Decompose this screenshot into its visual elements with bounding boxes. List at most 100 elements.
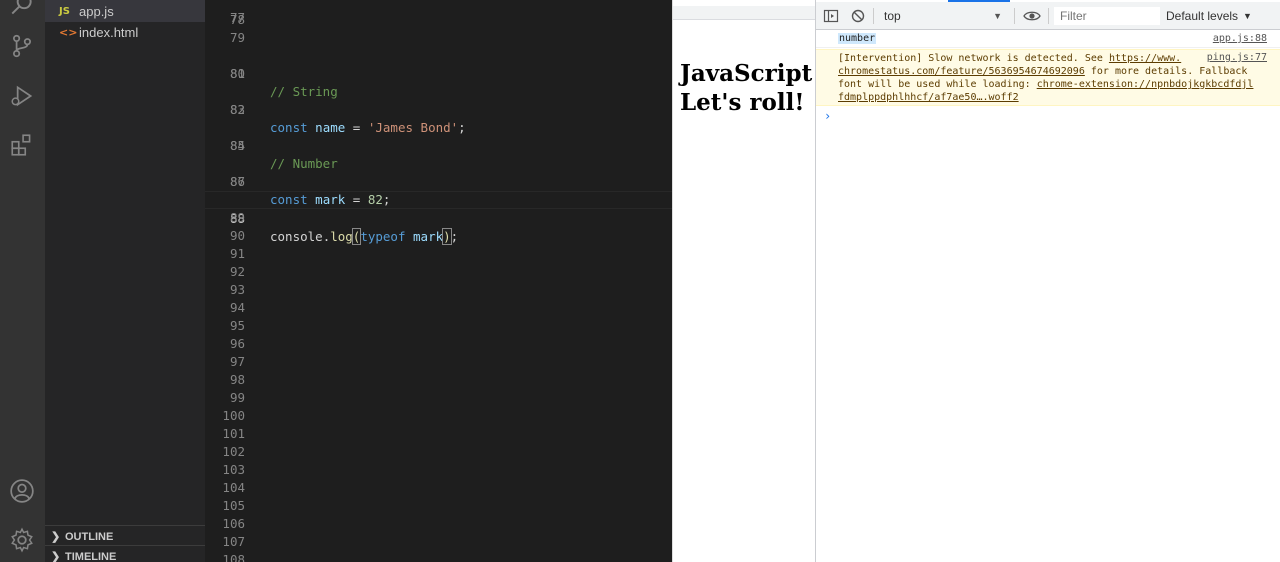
html-file-icon: <>	[59, 25, 78, 39]
code-line: 92	[205, 263, 672, 281]
settings-gear-icon[interactable]	[8, 526, 36, 554]
browser-page: JavaScript f Let's roll!	[672, 0, 815, 562]
account-icon[interactable]	[8, 477, 36, 505]
section-title: OUTLINE	[65, 530, 114, 543]
live-expression-eye-icon[interactable]	[1023, 2, 1041, 30]
devtools-panel: top ▼ Default levels ▼ number app.js:88 …	[815, 0, 1280, 562]
warning-source-link[interactable]: ping.js:77	[1207, 52, 1267, 63]
extensions-icon[interactable]	[8, 131, 36, 159]
toolbar-divider	[873, 8, 874, 24]
file-name: index.html	[79, 24, 139, 40]
line-number: 108	[222, 552, 245, 562]
line-number: 101	[222, 426, 245, 441]
code-line: 107	[205, 533, 672, 551]
warning-line: font will be used while loading: chrome-…	[838, 79, 1254, 90]
code-line: 80 // String	[205, 47, 672, 99]
page-heading: JavaScript f	[680, 60, 815, 87]
code-line: 82 const name = 'James Bond';	[205, 83, 672, 135]
dropdown-arrow-icon: ▼	[993, 11, 1002, 21]
line-number: 93	[229, 282, 245, 297]
source-control-icon[interactable]	[8, 32, 36, 60]
line-number: 96	[229, 336, 245, 351]
code-line: 89	[205, 209, 672, 227]
line-number: 81	[229, 66, 245, 81]
line-number: 107	[222, 534, 245, 549]
log-source-link[interactable]: app.js:88	[1213, 33, 1267, 44]
warning-line: chromestatus.com/feature/563695467469209…	[838, 66, 1248, 77]
code-line: 79	[205, 29, 672, 47]
code-editor[interactable]: 77 78 79 80 // String 81 82 const name =…	[205, 0, 672, 562]
code-line: 86 const mark = 82;	[205, 155, 672, 207]
line-number: 91	[229, 246, 245, 261]
code-line: 101	[205, 425, 672, 443]
clear-console-icon[interactable]	[850, 2, 866, 30]
line-number: 89	[229, 210, 245, 225]
console-warning-message: [Intervention] Slow network is detected.…	[816, 49, 1280, 106]
file-name: app.js	[79, 3, 114, 19]
levels-label: Default levels	[1166, 9, 1239, 23]
code-line: 95	[205, 317, 672, 335]
section-title: TIMELINE	[65, 550, 117, 562]
line-number: 105	[222, 498, 245, 513]
code-line: 98	[205, 371, 672, 389]
context-selector[interactable]: top ▼	[876, 5, 1006, 27]
warning-link[interactable]: fdmplppdphlhhcf/af7ae50….woff2	[838, 92, 1019, 103]
code-line: 84 // Number	[205, 119, 672, 171]
warning-link[interactable]: chromestatus.com/feature/563695467469209…	[838, 66, 1085, 77]
run-debug-icon[interactable]	[8, 82, 36, 110]
line-number: 78	[229, 12, 245, 27]
chevron-right-icon: ❯	[51, 551, 61, 562]
context-value: top	[884, 9, 901, 23]
activity-bar	[0, 0, 45, 562]
warning-line: [Intervention] Slow network is detected.…	[838, 53, 1182, 64]
code-line: 90	[205, 227, 672, 245]
code-line: 97	[205, 353, 672, 371]
line-number: 103	[222, 462, 245, 477]
explorer-sidebar: JS app.js <> index.html ❯ OUTLINE ❯ TIME…	[45, 0, 205, 562]
line-number: 100	[222, 408, 245, 423]
code-line: 78	[205, 11, 672, 29]
browser-scrollbar-strip	[673, 6, 815, 20]
code-line: 104	[205, 479, 672, 497]
filter-input[interactable]	[1054, 7, 1160, 25]
javascript-file-icon: JS	[59, 5, 70, 17]
code-line: 108	[205, 551, 672, 562]
code-line: 96	[205, 335, 672, 353]
code-line: 94	[205, 299, 672, 317]
line-number: 102	[222, 444, 245, 459]
warning-link[interactable]: https://www.	[1109, 53, 1181, 64]
file-item-app-js[interactable]: JS app.js	[45, 0, 205, 22]
warning-link[interactable]: chrome-extension://npnbdojkgkbcdfdjl	[1037, 79, 1254, 90]
line-number: 95	[229, 318, 245, 333]
line-number: 85	[229, 138, 245, 153]
code-line: 100	[205, 407, 672, 425]
console-log-message: number app.js:88	[816, 30, 1280, 48]
line-number: 83	[229, 102, 245, 117]
line-number: 97	[229, 354, 245, 369]
line-number: 98	[229, 372, 245, 387]
line-number: 106	[222, 516, 245, 531]
page-heading-second-line: Let's roll!	[680, 89, 805, 116]
code-line: 91	[205, 245, 672, 263]
line-number: 94	[229, 300, 245, 315]
code-line: 103	[205, 461, 672, 479]
outline-section-header[interactable]: ❯ OUTLINE	[45, 525, 205, 547]
sidebar-toggle-icon[interactable]	[823, 2, 839, 30]
code-line: 85	[205, 137, 672, 155]
console-prompt-icon[interactable]: ›	[824, 109, 831, 123]
console-toolbar: top ▼ Default levels ▼	[816, 2, 1280, 30]
line-number: 87	[229, 174, 245, 189]
toolbar-divider	[1014, 8, 1015, 24]
log-levels-dropdown[interactable]: Default levels ▼	[1166, 2, 1252, 30]
code-line: 105	[205, 497, 672, 515]
warning-line: fdmplppdphlhhcf/af7ae50….woff2	[838, 91, 1019, 104]
log-text: number	[838, 33, 877, 44]
file-item-index-html[interactable]: <> index.html	[45, 21, 205, 43]
line-number: 92	[229, 264, 245, 279]
timeline-section-header[interactable]: ❯ TIMELINE	[45, 545, 205, 562]
code-line: 99	[205, 389, 672, 407]
line-number: 79	[229, 30, 245, 45]
code-line: 81	[205, 65, 672, 83]
code-line: 106	[205, 515, 672, 533]
search-icon[interactable]	[8, 0, 36, 20]
